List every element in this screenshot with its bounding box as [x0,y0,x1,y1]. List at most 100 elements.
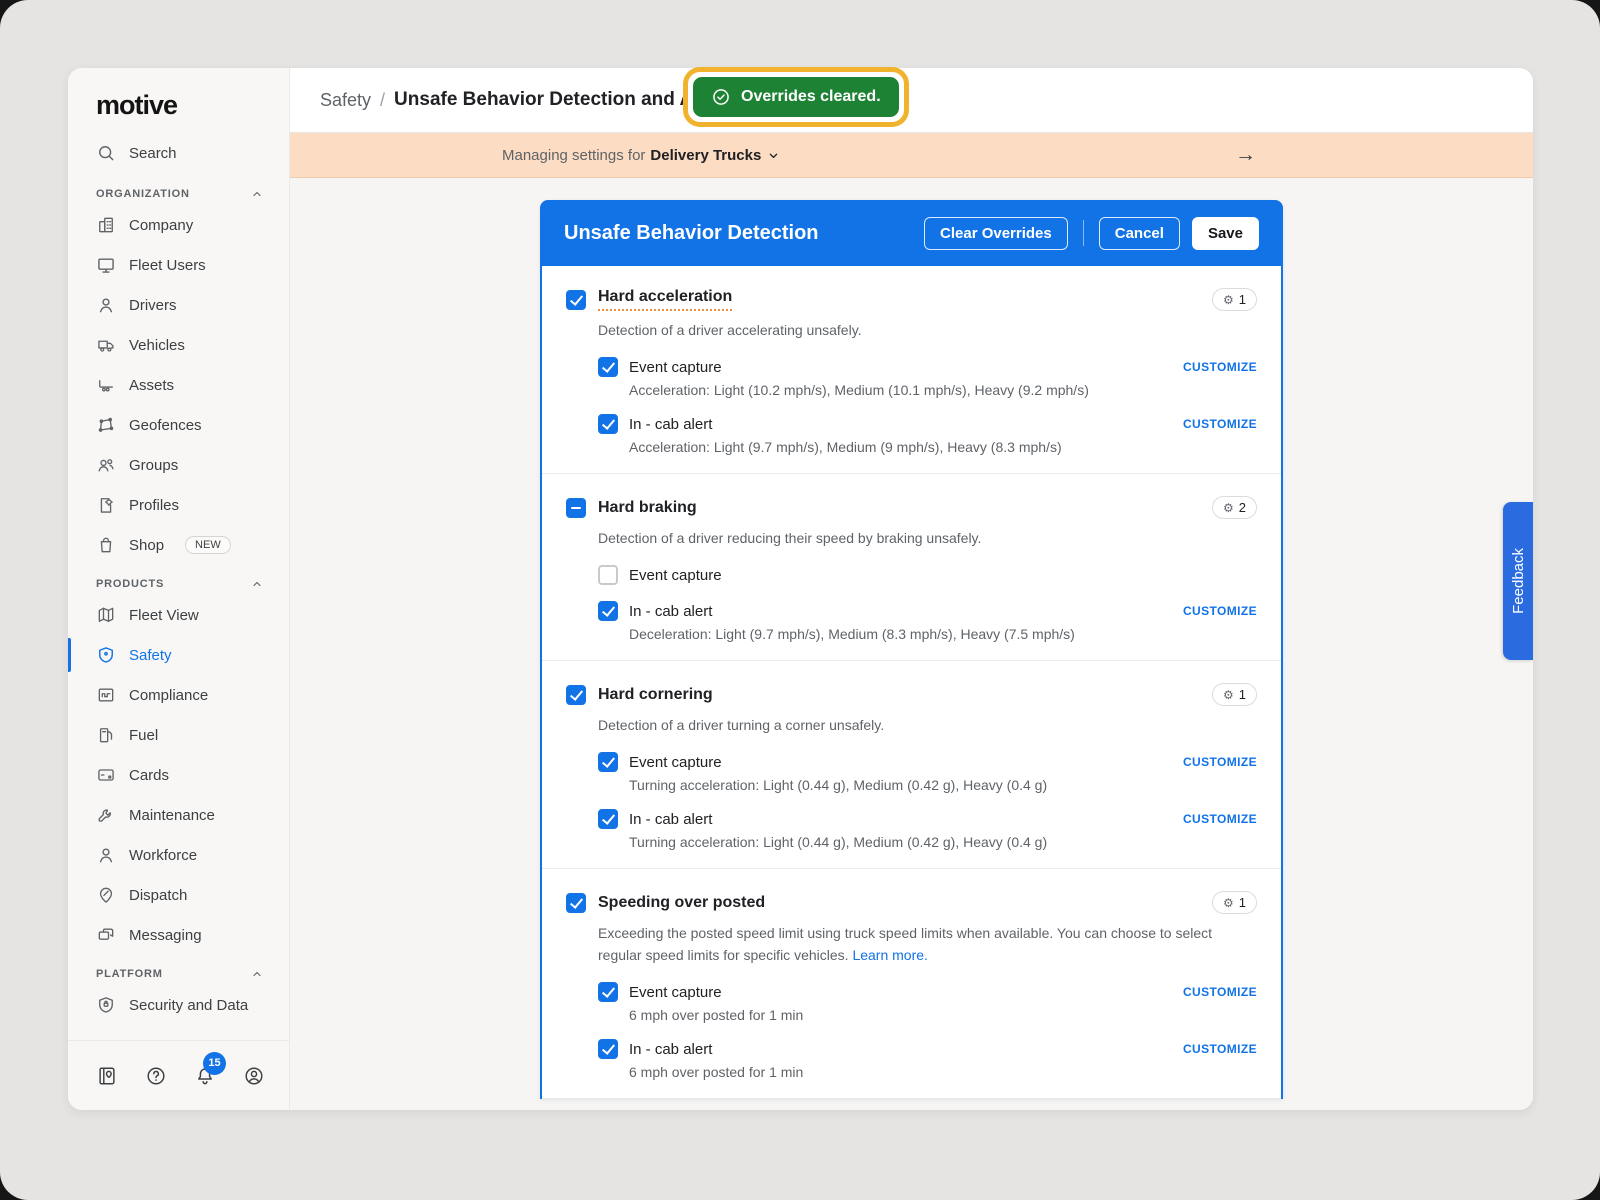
sidebar-item-compliance[interactable]: Compliance [68,675,289,715]
breadcrumb-section[interactable]: Safety [320,90,371,111]
clear-overrides-button[interactable]: Clear Overrides [924,217,1068,250]
credit-card-icon [96,765,116,785]
sidebar-item-fleet-view[interactable]: Fleet View [68,595,289,635]
customize-link[interactable]: CUSTOMIZE [1183,985,1257,999]
customize-link[interactable]: CUSTOMIZE [1183,604,1257,618]
sidebar-item-messaging[interactable]: Messaging [68,915,289,955]
in-cab-alert-checkbox[interactable] [598,1039,618,1059]
save-button[interactable]: Save [1192,217,1259,250]
sidebar-group-platform[interactable]: PLATFORM [68,955,289,985]
speeding-over-posted-checkbox[interactable] [566,893,586,913]
cancel-button[interactable]: Cancel [1099,217,1180,250]
sidebar-item-label: Shop [129,537,164,554]
override-count-badge[interactable]: ⚙1 [1212,891,1257,914]
in-cab-alert-checkbox[interactable] [598,414,618,434]
sidebar-item-label: Messaging [129,927,202,944]
customize-link[interactable]: CUSTOMIZE [1183,812,1257,826]
sidebar-item-search[interactable]: Search [68,131,289,175]
new-badge: NEW [185,536,231,554]
sidebar-item-maintenance[interactable]: Maintenance [68,795,289,835]
sidebar-item-label: Security and Data [129,997,248,1014]
panel-header: Unsafe Behavior Detection Clear Override… [540,200,1283,266]
event-capture-checkbox[interactable] [598,982,618,1002]
gear-icon: ⚙ [1223,502,1234,514]
sidebar-item-label: Profiles [129,497,179,514]
sidebar-item-cards[interactable]: Cards [68,755,289,795]
sidebar-item-groups[interactable]: Groups [68,445,289,485]
help-icon[interactable] [145,1065,167,1087]
in-cab-alert-checkbox[interactable] [598,809,618,829]
hard-acceleration-checkbox[interactable] [566,290,586,310]
notifications-bell-icon[interactable]: 15 [194,1065,216,1087]
sidebar-item-security-and-data[interactable]: Security and Data [68,985,289,1025]
sidebar-group-products[interactable]: PRODUCTS [68,565,289,595]
in-cab-alert-checkbox[interactable] [598,601,618,621]
chevron-up-icon [251,578,263,590]
sidebar-item-assets[interactable]: Assets [68,365,289,405]
sidebar-item-fuel[interactable]: Fuel [68,715,289,755]
sidebar-item-workforce[interactable]: Workforce [68,835,289,875]
sub-setting-label: Event capture [629,754,722,771]
breadcrumb: Safety / Unsafe Behavior Detection and A… [290,68,1533,133]
sidebar-item-label: Assets [129,377,174,394]
chevron-down-icon [766,148,781,163]
customize-link[interactable]: CUSTOMIZE [1183,1042,1257,1056]
people-icon [96,455,116,475]
sub-setting-detail: Turning acceleration: Light (0.44 g), Me… [629,834,1257,850]
section-description: Detection of a driver reducing their spe… [598,527,1243,549]
sidebar-item-label: Vehicles [129,337,185,354]
section-hard-acceleration: Hard acceleration ⚙1 Detection of a driv… [542,266,1281,474]
feedback-tab-label: Feedback [1510,548,1527,614]
sidebar-group-organization[interactable]: ORGANIZATION [68,175,289,205]
sidebar-item-label: Fleet View [129,607,199,624]
sidebar-nav: Search ORGANIZATION Company Fleet Users … [68,127,289,1040]
sidebar-item-label: Fuel [129,727,158,744]
location-pin-icon [96,885,116,905]
unsafe-behavior-detection-panel: Unsafe Behavior Detection Clear Override… [540,200,1283,1099]
customize-link[interactable]: CUSTOMIZE [1183,360,1257,374]
override-count-badge[interactable]: ⚙2 [1212,496,1257,519]
sidebar-item-vehicles[interactable]: Vehicles [68,325,289,365]
account-icon[interactable] [243,1065,265,1087]
sub-setting-detail: Acceleration: Light (9.7 mph/s), Medium … [629,439,1257,455]
sidebar-item-company[interactable]: Company [68,205,289,245]
sidebar-item-label: Company [129,217,193,234]
sub-setting-detail: 6 mph over posted for 1 min [629,1064,1257,1080]
feedback-tab[interactable]: Feedback [1503,502,1533,660]
section-title: Hard cornering [598,686,713,704]
sidebar-item-safety[interactable]: Safety [68,635,289,675]
customize-link[interactable]: CUSTOMIZE [1183,755,1257,769]
sidebar-item-geofences[interactable]: Geofences [68,405,289,445]
override-count-badge[interactable]: ⚙1 [1212,288,1257,311]
customize-link[interactable]: CUSTOMIZE [1183,417,1257,431]
hard-cornering-checkbox[interactable] [566,685,586,705]
chevron-up-icon [251,968,263,980]
guide-icon[interactable] [96,1065,118,1087]
sidebar-item-profiles[interactable]: Profiles [68,485,289,525]
sidebar-item-fleet-users[interactable]: Fleet Users [68,245,289,285]
sidebar-item-drivers[interactable]: Drivers [68,285,289,325]
event-capture-checkbox[interactable] [598,357,618,377]
event-capture-checkbox[interactable] [598,565,618,585]
sidebar-item-shop[interactable]: Shop NEW [68,525,289,565]
success-toast: Overrides cleared. [693,77,899,117]
sidebar-item-label: Search [129,145,177,162]
content-body: Unsafe Behavior Detection Clear Override… [290,178,1533,1110]
override-count-badge[interactable]: ⚙1 [1212,683,1257,706]
hard-braking-checkbox[interactable] [566,498,586,518]
geofence-icon [96,415,116,435]
learn-more-link[interactable]: Learn more. [852,947,927,963]
gear-icon: ⚙ [1223,897,1234,909]
managing-settings-selector[interactable]: Managing settings for Delivery Trucks [502,133,781,177]
banner-arrow-icon[interactable]: → [1235,133,1256,177]
shield-lock-icon [96,995,116,1015]
sub-setting-label: In - cab alert [629,1041,712,1058]
sidebar: motive Search ORGANIZATION Company Fleet… [68,68,290,1110]
sidebar-item-label: Groups [129,457,178,474]
monitor-icon [96,255,116,275]
sidebar-item-dispatch[interactable]: Dispatch [68,875,289,915]
gear-icon: ⚙ [1223,689,1234,701]
section-title: Hard braking [598,499,697,517]
sidebar-item-label: Dispatch [129,887,187,904]
event-capture-checkbox[interactable] [598,752,618,772]
